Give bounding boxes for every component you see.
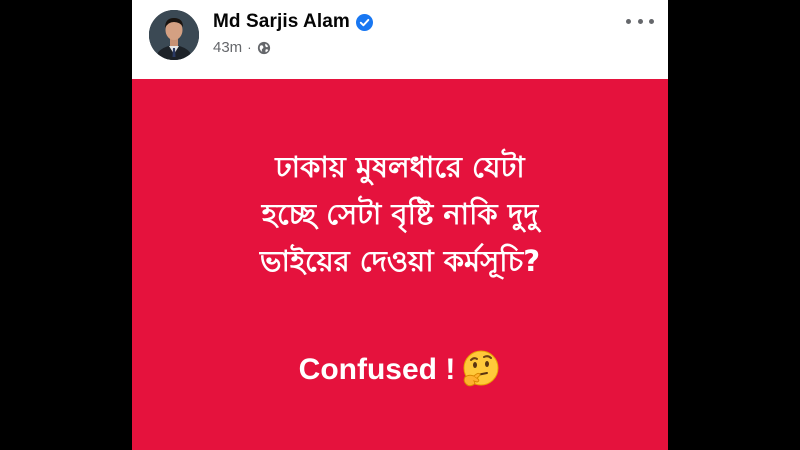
post-text: ঢাকায় মুষলধারে যেটা হচ্ছে সেটা বৃষ্টি ন…: [132, 144, 668, 285]
post-text-line: হচ্ছে সেটা বৃষ্টি নাকি দুদু: [261, 197, 539, 231]
author-row: Md Sarjis Alam: [213, 11, 373, 33]
more-dot: [626, 18, 631, 24]
author-avatar[interactable]: [149, 10, 199, 60]
facebook-post: Md Sarjis Alam 43m · ঢাকায় মুষলধারে যেট…: [132, 0, 668, 450]
post-meta: 43m ·: [213, 39, 271, 56]
globe-icon[interactable]: [257, 41, 271, 55]
more-dot: [649, 18, 654, 24]
confused-row: Confused !: [132, 349, 668, 391]
meta-separator: ·: [247, 40, 252, 55]
author-name[interactable]: Md Sarjis Alam: [213, 11, 350, 33]
post-text-line: ভাইয়ের দেওয়া কর্মসূচি?: [259, 244, 541, 278]
post-header: Md Sarjis Alam 43m ·: [132, 0, 668, 79]
more-options-icon[interactable]: [626, 14, 654, 28]
post-content-background: ঢাকায় মুষলধারে যেটা হচ্ছে সেটা বৃষ্টি ন…: [132, 79, 668, 450]
thinking-face-icon: [459, 349, 501, 391]
verified-badge-icon: [355, 13, 373, 31]
post-text-line: ঢাকায় মুষলধারে যেটা: [275, 150, 525, 184]
confused-text: Confused !: [298, 353, 456, 386]
post-time[interactable]: 43m: [213, 39, 242, 56]
more-dot: [637, 18, 643, 24]
